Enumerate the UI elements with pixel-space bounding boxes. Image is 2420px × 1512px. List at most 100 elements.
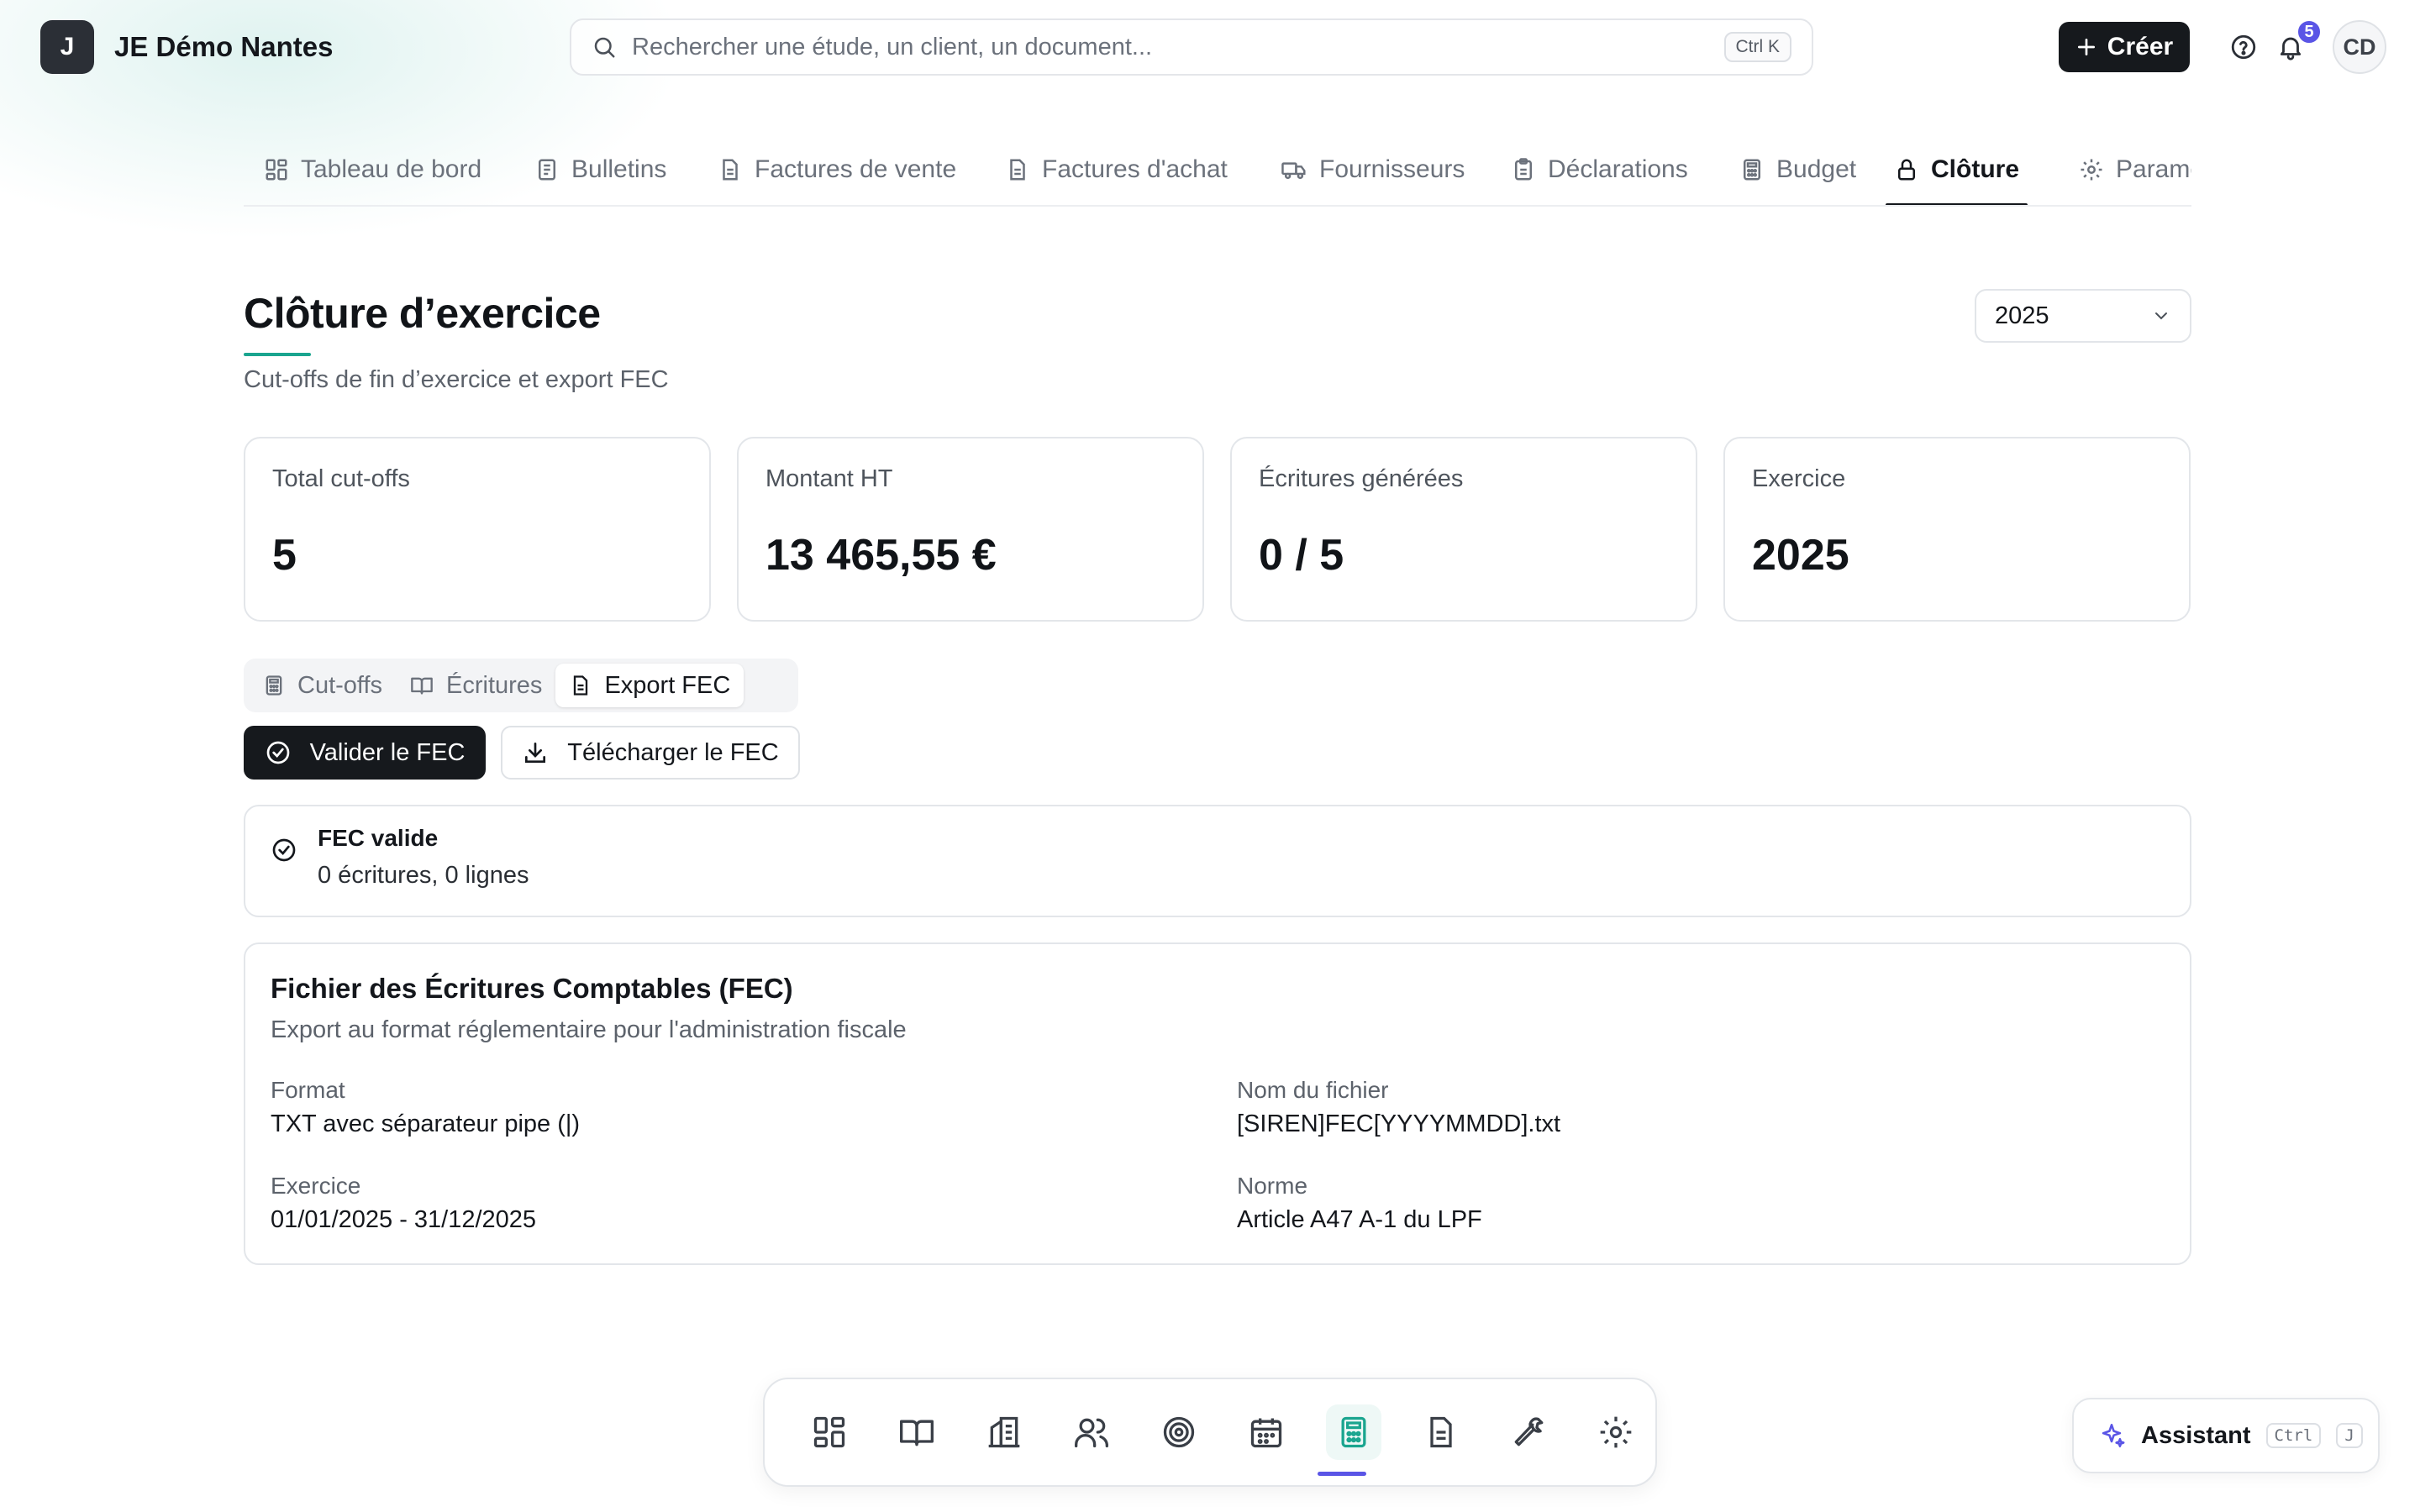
dock-tools[interactable] — [1501, 1404, 1556, 1460]
dock-calculator[interactable] — [1326, 1404, 1381, 1460]
dock-settings[interactable] — [1588, 1404, 1644, 1460]
assistant-shortcut-ctrl: Ctrl — [2265, 1423, 2322, 1448]
page-subtitle: Cut-offs de fin d’exercice et export FEC — [244, 366, 669, 393]
help-icon[interactable] — [2227, 30, 2260, 64]
search-placeholder: Rechercher une étude, un client, un docu… — [632, 33, 1153, 60]
gear-icon — [2079, 157, 2104, 182]
fec-field-norme: Norme Article A47 A-1 du LPF — [1237, 1173, 2161, 1234]
lock-icon — [1894, 157, 1919, 182]
tab-parametres[interactable]: Paramè — [2070, 134, 2191, 205]
main-tabs: Tableau de bord Bulletins Factures de ve… — [244, 134, 2191, 207]
stat-label: Total cut-offs — [272, 465, 410, 492]
tab-label: Fournisseurs — [1319, 155, 1465, 183]
bottom-dock — [763, 1378, 1657, 1487]
dock-document[interactable] — [1413, 1404, 1469, 1460]
wrench-icon — [1510, 1414, 1547, 1451]
tab-tableau-de-bord[interactable]: Tableau de bord — [255, 134, 490, 205]
check-circle-icon — [265, 739, 292, 766]
dashboard-icon — [811, 1414, 848, 1451]
invoice-icon — [1005, 157, 1030, 182]
fec-card-title: Fichier des Écritures Comptables (FEC) — [271, 973, 793, 1004]
download-icon — [522, 739, 549, 766]
field-value: Article A47 A-1 du LPF — [1237, 1206, 1482, 1233]
stat-card-ecritures: Écritures générées 0 / 5 — [1230, 437, 1697, 622]
dock-calendar[interactable] — [1239, 1404, 1294, 1460]
tab-label: Paramè — [2116, 155, 2191, 183]
tab-cloture[interactable]: Clôture — [1886, 134, 2028, 205]
segment-cutoffs[interactable]: Cut-offs — [249, 664, 396, 707]
document-icon — [534, 157, 560, 182]
tab-label: Factures d'achat — [1042, 155, 1228, 183]
field-label: Format — [271, 1077, 345, 1103]
gear-icon — [1597, 1414, 1634, 1451]
fec-field-format: Format TXT avec séparateur pipe (|) — [271, 1077, 1195, 1138]
dashboard-icon — [264, 157, 289, 182]
clipboard-icon — [1511, 157, 1536, 182]
segment-export-fec[interactable]: Export FEC — [555, 664, 744, 707]
dock-target[interactable] — [1151, 1404, 1207, 1460]
stat-label: Écritures générées — [1259, 465, 1464, 492]
stat-value: 0 / 5 — [1259, 531, 1344, 580]
tab-budget[interactable]: Budget — [1731, 134, 1865, 205]
calendar-icon — [1248, 1414, 1285, 1451]
dock-users[interactable] — [1064, 1404, 1119, 1460]
invoice-icon — [718, 157, 743, 182]
dock-dashboard[interactable] — [802, 1404, 857, 1460]
building-icon — [986, 1414, 1023, 1451]
stat-label: Exercice — [1752, 465, 1846, 492]
avatar[interactable]: CD — [2333, 20, 2386, 74]
year-select[interactable]: 2025 — [1975, 289, 2191, 343]
search-input[interactable]: Rechercher une étude, un client, un docu… — [570, 18, 1813, 76]
download-fec-button[interactable]: Télécharger le FEC — [501, 726, 800, 780]
title-accent-underline — [244, 353, 311, 356]
create-button-label: Créer — [2107, 33, 2174, 60]
truck-icon — [1281, 157, 1307, 182]
stat-card-montant-ht: Montant HT 13 465,55 € — [737, 437, 1204, 622]
field-label: Nom du fichier — [1237, 1077, 1389, 1103]
tab-factures-de-vente[interactable]: Factures de vente — [709, 134, 965, 205]
tab-factures-d-achat[interactable]: Factures d'achat — [997, 134, 1236, 205]
calculator-icon — [1335, 1414, 1372, 1451]
stat-value: 2025 — [1752, 531, 1849, 580]
segment-ecritures[interactable]: Écritures — [396, 664, 555, 707]
field-value: TXT avec séparateur pipe (|) — [271, 1110, 581, 1137]
segmented-control: Cut-offs Écritures Export FEC — [244, 659, 798, 712]
document-icon — [569, 674, 592, 697]
assistant-shortcut-j: J — [2336, 1423, 2363, 1448]
create-button[interactable]: Créer — [2059, 22, 2190, 72]
tab-label: Bulletins — [571, 155, 667, 183]
chevron-down-icon — [2151, 306, 2171, 326]
page-title: Clôture d’exercice — [244, 290, 601, 337]
fec-info-card: Fichier des Écritures Comptables (FEC) E… — [244, 942, 2191, 1265]
stat-card-exercice: Exercice 2025 — [1723, 437, 2191, 622]
brand[interactable]: J JE Démo Nantes — [40, 20, 333, 74]
dock-book[interactable] — [889, 1404, 944, 1460]
calculator-icon — [262, 674, 286, 697]
fec-card-subtitle: Export au format réglementaire pour l'ad… — [271, 1016, 907, 1043]
brand-name: JE Démo Nantes — [114, 31, 334, 62]
tab-bulletins[interactable]: Bulletins — [526, 134, 675, 205]
assistant-button[interactable]: Assistant Ctrl J — [2072, 1398, 2380, 1473]
tab-declarations[interactable]: Déclarations — [1502, 134, 1697, 205]
dock-building[interactable] — [976, 1404, 1032, 1460]
dock-active-indicator — [1318, 1472, 1366, 1476]
year-select-value: 2025 — [1995, 302, 2049, 329]
brand-logo: J — [40, 20, 94, 74]
tab-label: Factures de vente — [755, 155, 957, 183]
validate-fec-button[interactable]: Valider le FEC — [244, 726, 486, 780]
tab-label: Tableau de bord — [301, 155, 482, 183]
field-label: Norme — [1237, 1173, 1308, 1199]
segment-label: Écritures — [446, 671, 543, 699]
validate-fec-label: Valider le FEC — [309, 738, 466, 766]
tab-label: Budget — [1776, 155, 1857, 183]
tab-label: Clôture — [1931, 155, 2019, 183]
field-value: 01/01/2025 - 31/12/2025 — [271, 1206, 537, 1233]
segment-label: Export FEC — [604, 671, 731, 699]
stat-value: 5 — [272, 531, 297, 580]
alert-description: 0 écritures, 0 lignes — [318, 862, 529, 889]
target-icon — [1160, 1414, 1197, 1451]
sparkles-icon — [2097, 1421, 2126, 1450]
assistant-label: Assistant — [2141, 1421, 2251, 1449]
tab-fournisseurs[interactable]: Fournisseurs — [1272, 134, 1473, 205]
stat-value: 13 465,55 € — [765, 531, 997, 580]
